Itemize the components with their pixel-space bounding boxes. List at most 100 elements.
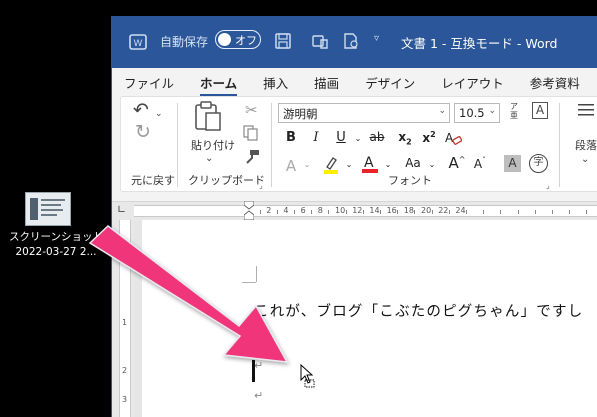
- touch-mode-icon[interactable]: [312, 33, 330, 49]
- clipboard-launcher-icon[interactable]: ⌟: [259, 177, 263, 195]
- document-title: 文書 1 - 互換モード - Word: [401, 36, 558, 51]
- autosave-toggle[interactable]: オフ: [215, 30, 261, 49]
- ruler-tick: [362, 210, 364, 214]
- desktop-file-icon[interactable]: スクリーンショット 2022-03-27 2...: [4, 192, 108, 260]
- ribbon: ↶ ⌄ ↻ 元に戻す 貼り付け ⌄ ✂ クリップボード ⌟ 游明朝 ⌄ 10.5…: [112, 96, 597, 202]
- subscript-icon[interactable]: x2: [396, 130, 414, 146]
- cut-icon[interactable]: ✂: [245, 101, 258, 119]
- clipboard-group-label: クリップボード: [188, 174, 265, 187]
- undo-icon[interactable]: ↶: [133, 101, 149, 120]
- desktop-file-date: 2022-03-27 2...: [15, 246, 97, 258]
- text-effects-dropdown-icon[interactable]: ⌄: [298, 160, 316, 169]
- font-size-select[interactable]: 10.5 ⌄: [454, 103, 500, 123]
- redo-icon[interactable]: ↻: [135, 123, 151, 142]
- ruler-number: 24: [455, 206, 466, 215]
- screen: スクリーンショット 2022-03-27 2... W 自動保存 オフ ▿ 文書…: [0, 0, 597, 417]
- autosave-state: オフ: [235, 33, 257, 47]
- word-app-icon[interactable]: W: [129, 33, 147, 51]
- svg-text:A: A: [445, 131, 454, 145]
- format-painter-icon[interactable]: [244, 149, 260, 169]
- margin-corner-mark: [256, 266, 257, 282]
- paste-dropdown-icon[interactable]: ⌄: [205, 150, 213, 168]
- desktop-file-label: スクリーンショット 2022-03-27 2...: [4, 230, 108, 260]
- highlight-color-icon[interactable]: [322, 155, 340, 179]
- vruler-number: 1: [122, 247, 128, 256]
- ruler-tick: [294, 210, 295, 214]
- undo-group-label: 元に戻す: [131, 174, 175, 187]
- desktop-file-name: スクリーンショット: [9, 231, 103, 243]
- underline-icon[interactable]: U: [332, 130, 350, 145]
- vruler-number: 2: [122, 366, 128, 375]
- phonetic-guide-icon[interactable]: ア亜: [510, 102, 518, 120]
- bold-icon[interactable]: B: [282, 130, 300, 145]
- shrink-font-icon[interactable]: Aˇ: [471, 156, 489, 171]
- ruler-tick: [414, 210, 416, 214]
- tab-selector-icon[interactable]: ∟: [117, 201, 126, 219]
- tab-file[interactable]: ファイル: [124, 73, 174, 92]
- customize-quick-access-icon[interactable]: ▿: [374, 33, 379, 44]
- copy-icon[interactable]: [243, 125, 259, 145]
- ruler-tick: [276, 210, 278, 214]
- font-group-label: フォント: [388, 174, 432, 187]
- autosave-label: 自動保存: [160, 35, 209, 49]
- font-name-dropdown-icon: ⌄: [438, 106, 446, 116]
- title-bar: W 自動保存 オフ ▿ 文書 1 - 互換モード - Word: [112, 16, 597, 68]
- save-icon[interactable]: [275, 33, 291, 49]
- tab-insert[interactable]: 挿入: [263, 73, 288, 92]
- ruler-number: 18: [403, 206, 414, 215]
- tab-references[interactable]: 参考資料: [530, 73, 580, 92]
- paste-icon[interactable]: [193, 100, 223, 136]
- font-name-select[interactable]: 游明朝 ⌄: [278, 103, 450, 123]
- paragraph-icon[interactable]: [578, 103, 594, 121]
- document-text-line[interactable]: これが、ブログ「こぶたのピグちゃん」ですし: [254, 300, 583, 321]
- margin-corner-mark: [242, 282, 256, 283]
- undo-dropdown-icon[interactable]: ⌄: [155, 105, 163, 123]
- ruler-tick: [397, 210, 399, 214]
- ruler-tick: [552, 210, 553, 214]
- ruler-number: 2: [266, 206, 272, 215]
- superscript-icon[interactable]: x2: [420, 130, 438, 145]
- font-launcher-icon[interactable]: ⌟: [546, 177, 550, 195]
- change-case-dropdown-icon[interactable]: ⌄: [423, 160, 441, 169]
- paragraph-mark: ↵: [254, 359, 264, 372]
- quick-print-icon[interactable]: [342, 33, 360, 49]
- vruler-number: 1: [122, 318, 128, 327]
- character-shading-icon[interactable]: A: [504, 155, 521, 172]
- ruler-number: 22: [438, 206, 449, 215]
- italic-icon[interactable]: I: [307, 130, 325, 145]
- underline-dropdown-icon[interactable]: ⌄: [349, 134, 367, 143]
- font-color-icon[interactable]: A: [361, 153, 378, 179]
- vertical-ruler: 1 1 2 3: [112, 220, 134, 417]
- grow-font-icon[interactable]: A^: [448, 154, 466, 172]
- horizontal-ruler[interactable]: ∟ 2 4 6 8 10 12 14 16 18 20 22 24: [112, 200, 597, 221]
- ruler-tick: [311, 210, 313, 214]
- mouse-pointer-icon: [300, 363, 318, 392]
- paragraph-dropdown-icon[interactable]: ⌄: [581, 151, 589, 169]
- svg-text:A: A: [364, 155, 374, 171]
- ruler-number: 10: [335, 206, 346, 215]
- highlight-dropdown-icon[interactable]: ⌄: [340, 160, 358, 169]
- ruler-tick: [483, 210, 485, 214]
- indent-marker-icon[interactable]: [243, 200, 255, 221]
- tab-draw[interactable]: 描画: [314, 73, 339, 92]
- ruler-tick: [500, 210, 502, 214]
- font-color-dropdown-icon[interactable]: ⌄: [379, 160, 397, 169]
- word-window: W 自動保存 オフ ▿ 文書 1 - 互換モード - Word ファイル ホーム…: [111, 16, 597, 417]
- enclose-characters-icon[interactable]: 字: [529, 154, 548, 173]
- ribbon-tabs: ファイル ホーム 挿入 描画 デザイン レイアウト 参考資料 差し: [112, 68, 597, 97]
- tab-layout[interactable]: レイアウト: [441, 73, 504, 92]
- strikethrough-icon[interactable]: ab: [368, 130, 386, 144]
- vruler-number: 3: [122, 395, 128, 404]
- home-ribbon-panel: ↶ ⌄ ↻ 元に戻す 貼り付け ⌄ ✂ クリップボード ⌟ 游明朝 ⌄ 10.5…: [120, 96, 597, 192]
- character-border-icon[interactable]: A: [532, 102, 548, 119]
- tab-home[interactable]: ホーム: [200, 73, 238, 97]
- paragraph-mark: ↵: [254, 389, 264, 402]
- ruler-tick: [328, 210, 330, 214]
- clear-formatting-icon[interactable]: A: [444, 130, 463, 149]
- ruler-number: 20: [421, 206, 432, 215]
- tab-design[interactable]: デザイン: [365, 73, 415, 92]
- ruler-number: 12: [352, 206, 363, 215]
- document-page[interactable]: これが、ブログ「こぶたのピグちゃん」ですし ↵ ↵: [142, 220, 597, 417]
- ruler-number: 8: [317, 206, 323, 215]
- screenshot-thumbnail-icon: [25, 192, 71, 226]
